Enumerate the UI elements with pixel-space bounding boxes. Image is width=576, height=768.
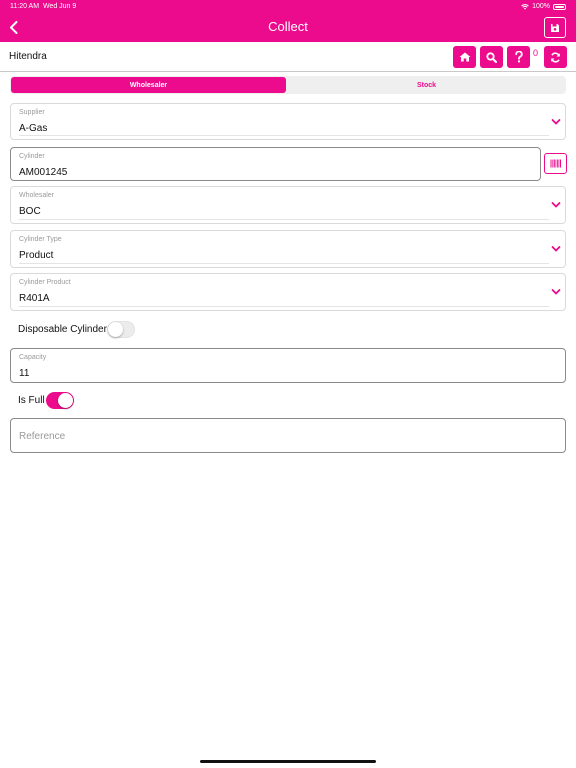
tab-switcher: Wholesaler Stock bbox=[10, 76, 566, 94]
cylinder-type-underline bbox=[19, 263, 549, 264]
is-full-label: Is Full bbox=[18, 395, 45, 406]
page-title: Collect bbox=[268, 19, 308, 34]
status-right: 100% bbox=[521, 3, 566, 10]
chevron-down-icon bbox=[551, 246, 561, 252]
cylinder-type-select[interactable]: Cylinder Type Product bbox=[10, 230, 566, 268]
capacity-value: 11 bbox=[19, 368, 30, 379]
toggle-knob bbox=[108, 322, 123, 337]
tab-wholesaler[interactable]: Wholesaler bbox=[11, 77, 286, 93]
wholesaler-underline bbox=[19, 219, 549, 220]
cylinder-product-underline bbox=[19, 306, 549, 307]
status-bar: 11:20 AM Wed Jun 9 100% bbox=[0, 0, 576, 13]
reference-placeholder: Reference bbox=[19, 431, 66, 442]
cylinder-type-label: Cylinder Type bbox=[19, 236, 62, 243]
supplier-label: Supplier bbox=[19, 109, 45, 116]
wifi-icon bbox=[521, 3, 529, 10]
user-name: Hitendra bbox=[9, 51, 47, 62]
search-button[interactable] bbox=[480, 46, 503, 68]
save-button[interactable] bbox=[544, 17, 566, 38]
sync-icon bbox=[551, 51, 560, 63]
cylinder-value: AM001245 bbox=[19, 167, 68, 178]
cylinder-product-value: R401A bbox=[19, 293, 50, 304]
toggle-knob bbox=[58, 393, 73, 408]
cylinder-label: Cylinder bbox=[19, 153, 45, 160]
home-icon bbox=[459, 52, 470, 62]
barcode-icon bbox=[550, 159, 561, 168]
top-navigation-bar: 11:20 AM Wed Jun 9 100% Collect bbox=[0, 0, 576, 42]
battery-percent: 100% bbox=[532, 3, 550, 10]
cylinder-product-label: Cylinder Product bbox=[19, 279, 71, 286]
home-indicator[interactable] bbox=[200, 760, 376, 763]
search-icon bbox=[486, 51, 497, 63]
capacity-label: Capacity bbox=[19, 354, 47, 361]
supplier-underline bbox=[19, 135, 549, 136]
chevron-down-icon bbox=[551, 202, 561, 208]
disposable-cylinder-toggle[interactable] bbox=[107, 321, 135, 338]
disposable-cylinder-label: Disposable Cylinder bbox=[18, 324, 107, 335]
cylinder-field[interactable]: Cylinder AM001245 bbox=[10, 147, 541, 181]
status-time: 11:20 AM Wed Jun 9 bbox=[10, 3, 77, 10]
sync-button[interactable] bbox=[544, 46, 567, 68]
barcode-scan-button[interactable] bbox=[544, 153, 567, 174]
cylinder-type-value: Product bbox=[19, 250, 54, 261]
is-full-toggle[interactable] bbox=[46, 392, 74, 409]
supplier-value: A-Gas bbox=[19, 123, 48, 134]
wholesaler-select[interactable]: Wholesaler BOC bbox=[10, 186, 566, 224]
battery-icon bbox=[553, 3, 566, 10]
chevron-down-icon bbox=[551, 119, 561, 125]
chevron-down-icon bbox=[551, 289, 561, 295]
save-icon bbox=[551, 23, 559, 32]
wholesaler-value: BOC bbox=[19, 206, 41, 217]
wholesaler-label: Wholesaler bbox=[19, 192, 55, 199]
home-button[interactable] bbox=[453, 46, 476, 68]
cylinder-product-select[interactable]: Cylinder Product R401A bbox=[10, 273, 566, 311]
question-icon bbox=[514, 51, 523, 63]
notification-count: 0 bbox=[533, 48, 539, 58]
reference-field[interactable]: Reference bbox=[10, 418, 566, 453]
user-toolbar: Hitendra 0 bbox=[0, 42, 576, 72]
help-button[interactable] bbox=[507, 46, 530, 68]
capacity-field[interactable]: Capacity 11 bbox=[10, 348, 566, 383]
tab-stock[interactable]: Stock bbox=[288, 77, 565, 93]
supplier-select[interactable]: Supplier A-Gas bbox=[10, 103, 566, 140]
